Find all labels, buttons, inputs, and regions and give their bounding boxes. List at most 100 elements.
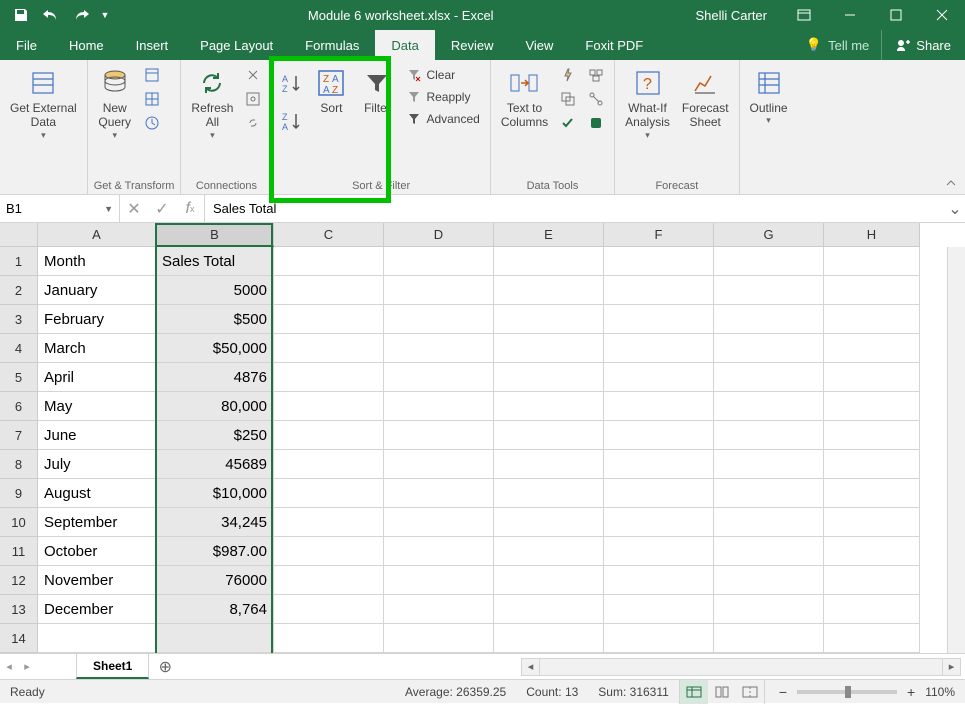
save-button[interactable] [8, 3, 34, 27]
cell[interactable] [714, 479, 824, 508]
cell[interactable] [714, 392, 824, 421]
cell[interactable]: 45689 [156, 450, 274, 479]
cell[interactable] [824, 450, 920, 479]
column-header[interactable]: H [824, 223, 920, 247]
cell[interactable] [714, 276, 824, 305]
cell[interactable] [274, 508, 384, 537]
cell[interactable] [384, 421, 494, 450]
cell[interactable] [824, 247, 920, 276]
cell[interactable] [604, 247, 714, 276]
sheet-tab-active[interactable]: Sheet1 [76, 654, 149, 679]
ribbon-display-button[interactable] [781, 0, 827, 30]
cell[interactable] [274, 624, 384, 653]
collapse-ribbon-button[interactable] [945, 176, 959, 190]
normal-view-button[interactable] [680, 680, 708, 704]
cell[interactable] [274, 479, 384, 508]
cell[interactable] [604, 595, 714, 624]
cell[interactable]: Sales Total [156, 247, 274, 276]
sheet-nav-first[interactable]: ◂ [0, 654, 18, 679]
column-header[interactable]: C [274, 223, 384, 247]
row-header[interactable]: 1 [0, 247, 38, 276]
cell[interactable] [604, 421, 714, 450]
new-sheet-button[interactable]: ⊕ [149, 657, 181, 677]
zoom-out-button[interactable]: − [775, 684, 791, 700]
cell[interactable] [274, 247, 384, 276]
cell[interactable]: June [38, 421, 156, 450]
cell[interactable]: 8,764 [156, 595, 274, 624]
cell[interactable] [384, 392, 494, 421]
manage-data-model-button[interactable] [584, 112, 608, 134]
cell[interactable]: November [38, 566, 156, 595]
edit-links-button[interactable] [241, 112, 265, 134]
cell[interactable] [384, 566, 494, 595]
cell[interactable] [494, 624, 604, 653]
get-external-data-button[interactable]: Get External Data ▾ [6, 64, 81, 144]
row-header[interactable]: 12 [0, 566, 38, 595]
from-table-button[interactable] [140, 88, 164, 110]
cell[interactable] [824, 479, 920, 508]
cell[interactable] [824, 363, 920, 392]
cell[interactable] [384, 479, 494, 508]
redo-button[interactable] [68, 3, 94, 27]
cell[interactable]: Month [38, 247, 156, 276]
row-header[interactable]: 5 [0, 363, 38, 392]
cell[interactable] [494, 508, 604, 537]
cell[interactable] [714, 363, 824, 392]
cell[interactable]: May [38, 392, 156, 421]
row-header[interactable]: 9 [0, 479, 38, 508]
enter-formula-button[interactable]: ✓ [148, 199, 176, 219]
cell[interactable] [494, 566, 604, 595]
cell[interactable] [824, 421, 920, 450]
cell[interactable] [274, 595, 384, 624]
page-layout-view-button[interactable] [708, 680, 736, 704]
row-header[interactable]: 4 [0, 334, 38, 363]
cell[interactable] [604, 479, 714, 508]
expand-formula-bar-button[interactable]: ⌄ [945, 195, 965, 222]
cell[interactable] [274, 566, 384, 595]
row-header[interactable]: 10 [0, 508, 38, 537]
column-header[interactable]: E [494, 223, 604, 247]
sort-button[interactable]: ZAAZ Sort [310, 64, 352, 118]
row-header[interactable]: 13 [0, 595, 38, 624]
remove-duplicates-button[interactable] [556, 88, 580, 110]
properties-button[interactable] [241, 88, 265, 110]
cell[interactable]: 76000 [156, 566, 274, 595]
cell[interactable]: April [38, 363, 156, 392]
minimize-button[interactable] [827, 0, 873, 30]
cell[interactable] [384, 363, 494, 392]
cell[interactable] [384, 305, 494, 334]
cell[interactable] [384, 450, 494, 479]
cell[interactable] [494, 276, 604, 305]
cell[interactable] [824, 566, 920, 595]
cell[interactable] [384, 508, 494, 537]
tab-home[interactable]: Home [53, 30, 120, 60]
tab-data[interactable]: Data [375, 30, 434, 60]
row-header[interactable]: 2 [0, 276, 38, 305]
cell[interactable] [714, 537, 824, 566]
cell[interactable] [494, 363, 604, 392]
sort-asc-button[interactable]: AZ [278, 70, 306, 98]
cell[interactable] [384, 624, 494, 653]
cell[interactable] [494, 537, 604, 566]
row-header[interactable]: 14 [0, 624, 38, 653]
select-all-corner[interactable] [0, 223, 38, 247]
cell[interactable] [604, 450, 714, 479]
cell[interactable] [494, 247, 604, 276]
cell[interactable] [384, 247, 494, 276]
connections-button[interactable] [241, 64, 265, 86]
cell[interactable]: March [38, 334, 156, 363]
column-header[interactable]: B [156, 223, 274, 247]
refresh-all-button[interactable]: Refresh All ▾ [187, 64, 237, 144]
cell[interactable]: 80,000 [156, 392, 274, 421]
tab-file[interactable]: File [0, 30, 53, 60]
row-header[interactable]: 8 [0, 450, 38, 479]
cell[interactable] [714, 421, 824, 450]
cell[interactable] [714, 305, 824, 334]
cell[interactable]: $500 [156, 305, 274, 334]
cell[interactable] [604, 305, 714, 334]
tab-view[interactable]: View [509, 30, 569, 60]
cell[interactable] [274, 537, 384, 566]
cell[interactable]: July [38, 450, 156, 479]
cell[interactable] [494, 595, 604, 624]
cell[interactable] [714, 566, 824, 595]
